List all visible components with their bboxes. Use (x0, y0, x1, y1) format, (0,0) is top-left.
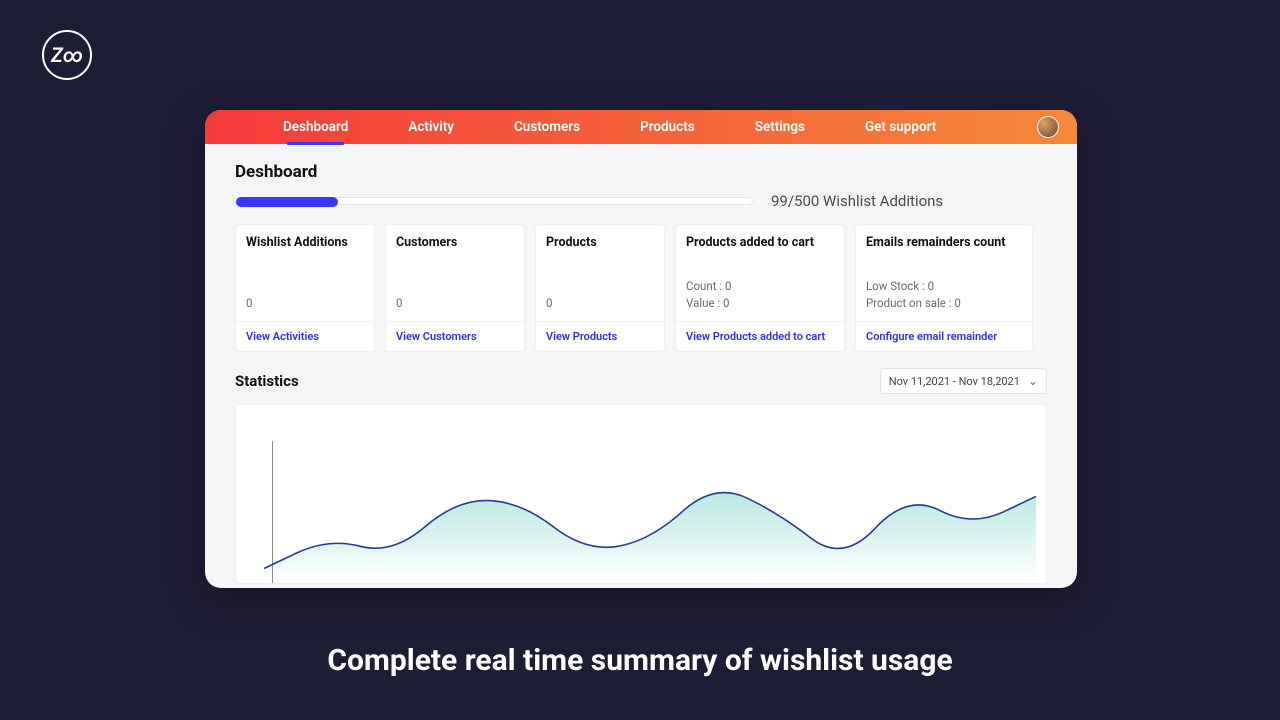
card-title: Products added to cart (686, 235, 834, 250)
card-link-configure-email[interactable]: Configure email remainder (866, 330, 1022, 343)
nav-tab-label: Deshboard (283, 119, 348, 135)
card-title: Customers (396, 235, 514, 250)
app-window: Deshboard Activity Customers Products Se… (205, 110, 1077, 588)
card-value: 0 (246, 295, 364, 312)
nav-tab-customers[interactable]: Customers (496, 110, 598, 144)
card-wishlist-additions: Wishlist Additions 0 View Activities (235, 224, 375, 352)
chart-area (264, 441, 1036, 580)
stat-cards: Wishlist Additions 0 View Activities Cus… (235, 224, 1047, 352)
card-email-remainders: Emails remainders count Low Stock : 0 Pr… (855, 224, 1033, 352)
top-nav: Deshboard Activity Customers Products Se… (205, 110, 1077, 144)
nav-tab-get-support[interactable]: Get support (847, 110, 954, 144)
chevron-down-icon: ⌄ (1028, 374, 1038, 388)
card-value: Count : 0 Value : 0 (686, 278, 834, 311)
progress-label: 99/500 Wishlist Additions (771, 192, 943, 210)
nav-tab-activity[interactable]: Activity (390, 110, 472, 144)
nav-tab-label: Get support (865, 119, 936, 135)
stats-header: Statistics Nov 11,2021 - Nov 18,2021 ⌄ (235, 368, 1047, 394)
card-value: 0 (396, 295, 514, 312)
card-title: Products (546, 235, 654, 250)
content-area: Deshboard 99/500 Wishlist Additions Wish… (205, 144, 1077, 584)
progress-fill (236, 197, 338, 207)
card-value: 0 (546, 295, 654, 312)
date-range-picker[interactable]: Nov 11,2021 - Nov 18,2021 ⌄ (880, 368, 1047, 394)
card-link-view-products-cart[interactable]: View Products added to cart (686, 330, 834, 343)
card-link-view-products[interactable]: View Products (546, 330, 654, 343)
card-customers: Customers 0 View Customers (385, 224, 525, 352)
nav-tab-products[interactable]: Products (622, 110, 713, 144)
marketing-caption: Complete real time summary of wishlist u… (0, 643, 1280, 678)
progress-bar (235, 197, 753, 205)
nav-tab-dashboard[interactable]: Deshboard (265, 110, 366, 144)
nav-tab-settings[interactable]: Settings (737, 110, 823, 144)
date-range-label: Nov 11,2021 - Nov 18,2021 (889, 375, 1020, 388)
brand-logo-text: Z∞ (51, 43, 83, 67)
page-title: Deshboard (235, 162, 1047, 182)
nav-tab-label: Settings (755, 119, 805, 135)
card-value: Low Stock : 0 Product on sale : 0 (866, 278, 1022, 311)
nav-tab-label: Activity (408, 119, 454, 135)
card-title: Emails remainders count (866, 235, 1022, 250)
progress-row: 99/500 Wishlist Additions (235, 192, 1047, 210)
statistics-chart (235, 404, 1047, 584)
card-products: Products 0 View Products (535, 224, 665, 352)
card-products-added-to-cart: Products added to cart Count : 0 Value :… (675, 224, 845, 352)
avatar[interactable] (1037, 116, 1059, 138)
card-title: Wishlist Additions (246, 235, 364, 250)
card-link-view-customers[interactable]: View Customers (396, 330, 514, 343)
stats-title: Statistics (235, 372, 299, 390)
nav-tab-label: Customers (514, 119, 580, 135)
nav-tab-label: Products (640, 119, 695, 135)
card-link-view-activities[interactable]: View Activities (246, 330, 364, 343)
brand-logo: Z∞ (42, 30, 92, 80)
